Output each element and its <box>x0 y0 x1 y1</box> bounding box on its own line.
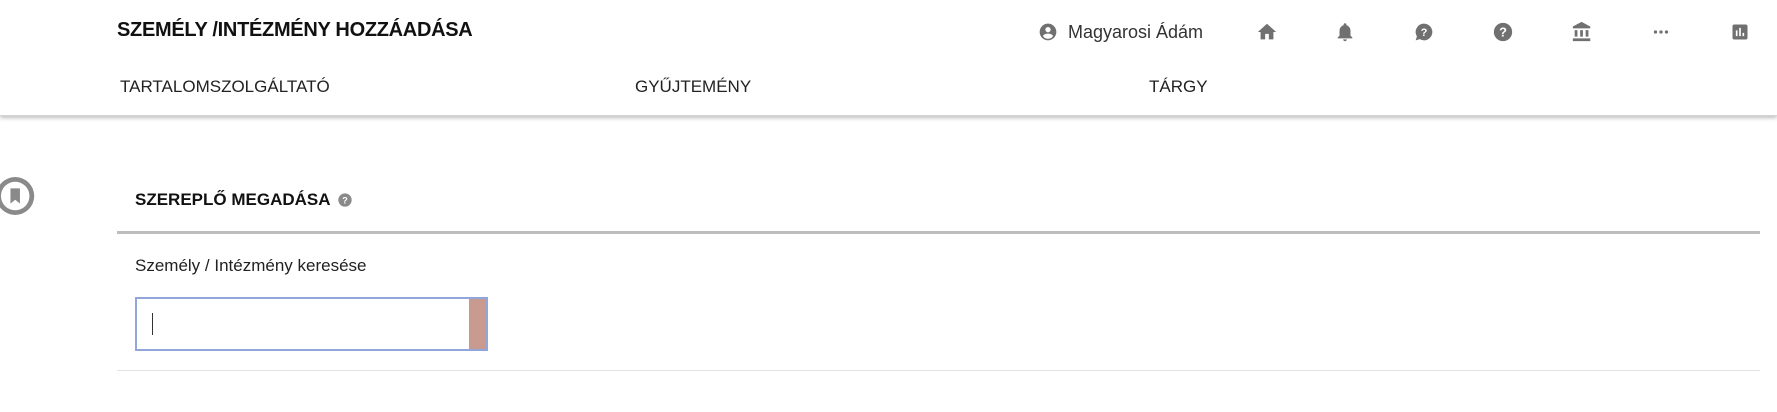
account-circle-icon <box>1038 22 1058 42</box>
institution-button[interactable] <box>1569 19 1595 45</box>
help-circle-icon: ? <box>1493 22 1513 42</box>
tab-tartalomszolgaltato[interactable]: TARTALOMSZOLGÁLTATÓ <box>120 77 330 97</box>
svg-text:?: ? <box>1499 25 1507 40</box>
bookmark-toggle[interactable] <box>0 174 38 218</box>
search-label: Személy / Intézmény keresése <box>135 256 367 275</box>
more-button[interactable] <box>1648 19 1674 45</box>
tab-gyujtemeny[interactable]: GYŰJTEMÉNY <box>635 77 751 97</box>
section-help-icon[interactable]: ? <box>337 192 353 208</box>
search-button[interactable] <box>469 299 486 349</box>
help-bubble-button[interactable]: ? <box>1411 19 1437 45</box>
user-menu[interactable]: Magyarosi Ádám <box>1038 19 1203 45</box>
section-title-text: SZEREPLŐ MEGADÁSA <box>135 190 331 209</box>
statistics-button[interactable] <box>1727 19 1753 45</box>
svg-text:?: ? <box>342 195 348 205</box>
search-field <box>135 297 488 351</box>
bottom-divider <box>117 370 1760 371</box>
help-bubble-icon: ? <box>1415 23 1433 41</box>
page-title: SZEMÉLY /INTÉZMÉNY HOZZÁADÁSA <box>117 19 473 41</box>
home-icon <box>1257 23 1277 40</box>
bookmark-icon <box>0 177 35 215</box>
section-divider <box>117 231 1760 234</box>
home-button[interactable] <box>1254 19 1280 45</box>
notifications-button[interactable] <box>1332 19 1358 45</box>
section-title: SZEREPLŐ MEGADÁSA ? <box>135 190 353 210</box>
search-input[interactable] <box>137 299 469 349</box>
app-header: SZEMÉLY /INTÉZMÉNY HOZZÁADÁSA Magyarosi … <box>0 0 1777 116</box>
bell-icon <box>1337 23 1353 42</box>
svg-text:?: ? <box>1421 27 1428 39</box>
more-icon <box>1653 30 1669 34</box>
chart-icon <box>1732 24 1748 40</box>
help-button[interactable]: ? <box>1490 19 1516 45</box>
tab-targy[interactable]: TÁRGY <box>1149 77 1208 97</box>
text-caret <box>152 313 153 335</box>
institution-icon <box>1572 21 1591 42</box>
user-name: Magyarosi Ádám <box>1068 21 1204 42</box>
